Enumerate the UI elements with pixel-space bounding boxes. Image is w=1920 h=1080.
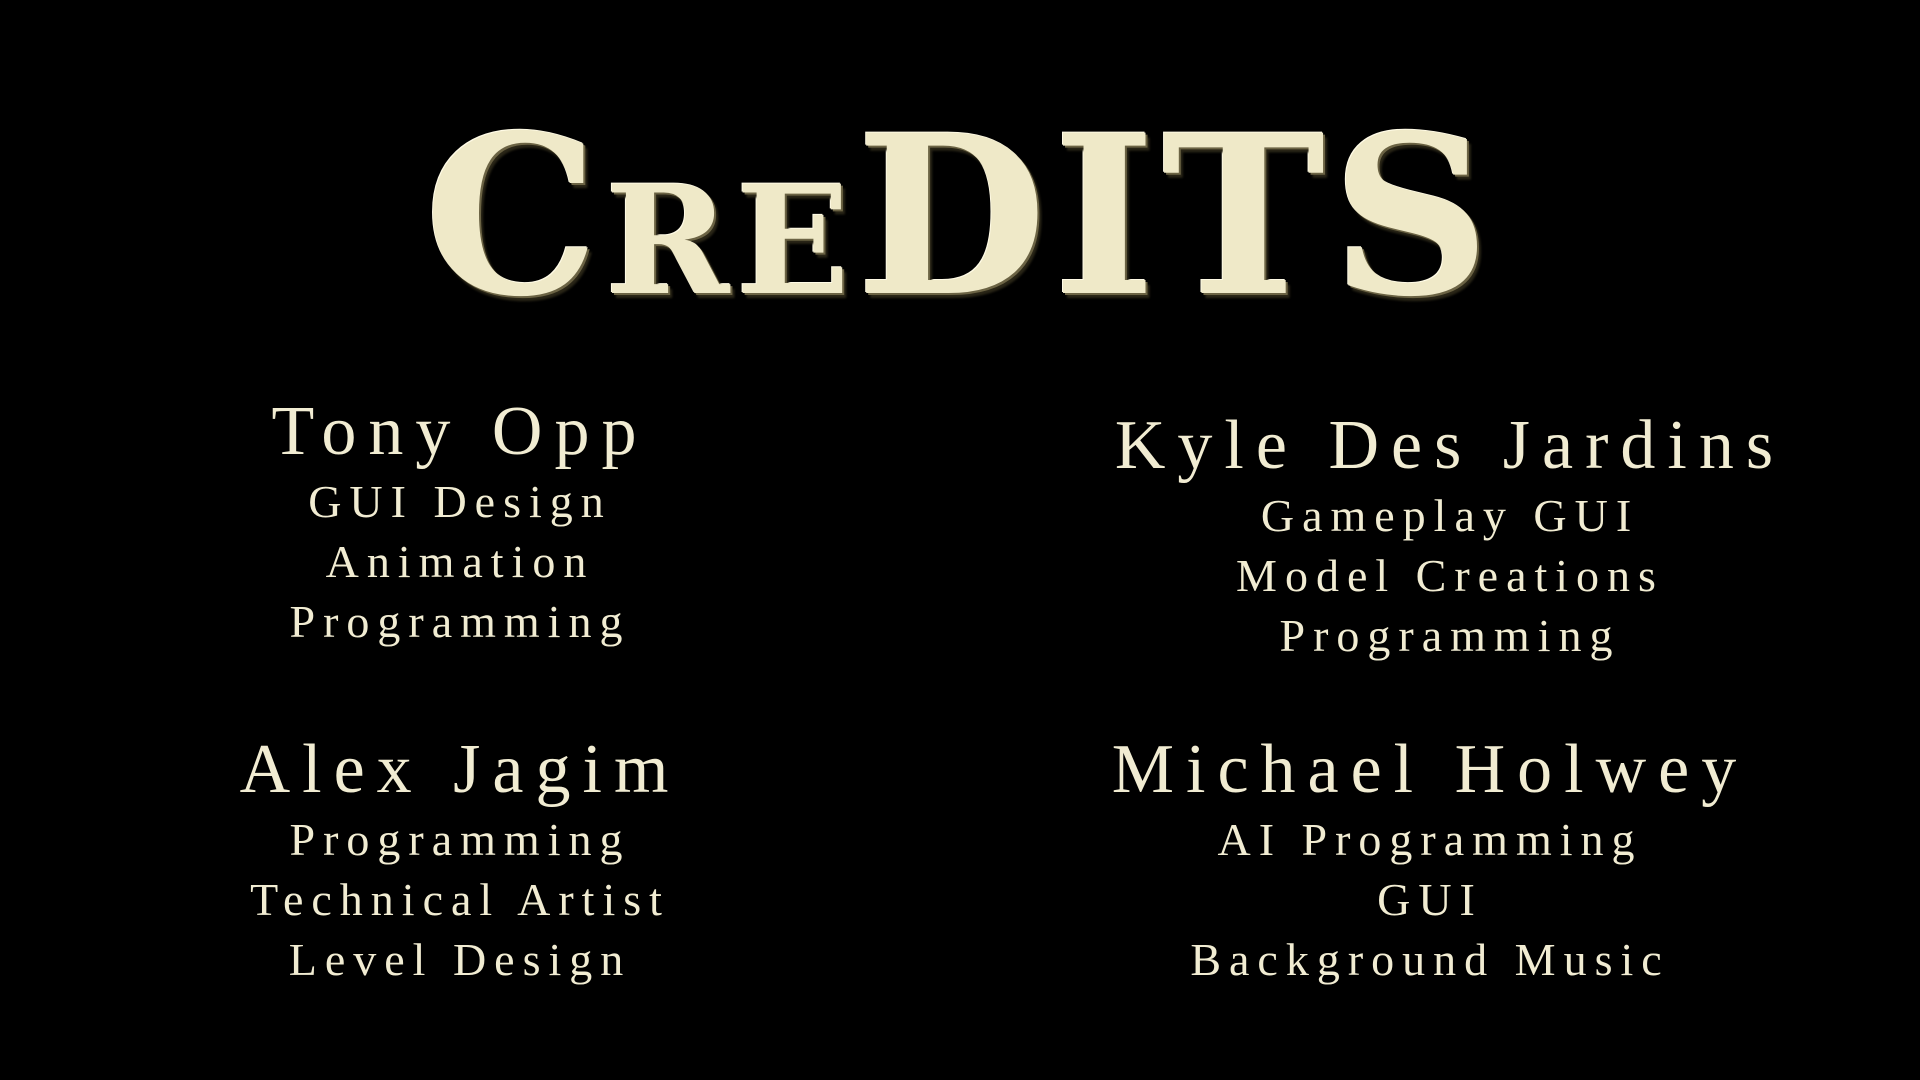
credits-title: CREDITS <box>0 96 1920 336</box>
credit-block-tony-opp: Tony Opp GUI Design Animation Programmin… <box>160 392 760 652</box>
credit-role: GUI <box>1377 874 1483 925</box>
credit-role: Technical Artist <box>250 874 670 925</box>
title-letter-t: T <box>1161 86 1332 345</box>
credit-role: AI Programming <box>1217 814 1643 865</box>
credit-role: Background Music <box>1190 934 1670 985</box>
title-letter-r: R <box>604 153 736 329</box>
credit-role: Model Creations <box>1236 550 1664 601</box>
credit-role: Gameplay GUI <box>1260 490 1640 541</box>
title-letter-s: S <box>1331 86 1497 345</box>
credit-block-kyle-des-jardins: Kyle Des Jardins Gameplay GUI Model Crea… <box>1060 406 1840 666</box>
credit-role: Programming <box>289 596 631 647</box>
credits-screen: CREDITS Tony Opp GUI Design Animation Pr… <box>0 0 1920 1080</box>
title-letter-e: E <box>735 153 856 329</box>
credit-role: Programming <box>289 814 631 865</box>
credit-role: GUI Design <box>308 476 612 527</box>
title-letter-d: D <box>855 86 1053 345</box>
credit-name: Michael Holwey <box>1111 731 1749 808</box>
credit-name: Kyle Des Jardins <box>1114 407 1786 484</box>
credit-name: Alex Jagim <box>239 731 681 808</box>
credit-role: Programming <box>1279 610 1621 661</box>
credit-block-michael-holwey: Michael Holwey AI Programming GUI Backgr… <box>1060 730 1800 990</box>
credit-role: Animation <box>325 536 595 587</box>
credit-name: Tony Opp <box>271 393 649 470</box>
credit-block-alex-jagim: Alex Jagim Programming Technical Artist … <box>160 730 760 990</box>
title-letter-i: I <box>1052 86 1162 345</box>
credit-role: Level Design <box>288 934 632 985</box>
title-letter-c: C <box>423 86 605 345</box>
